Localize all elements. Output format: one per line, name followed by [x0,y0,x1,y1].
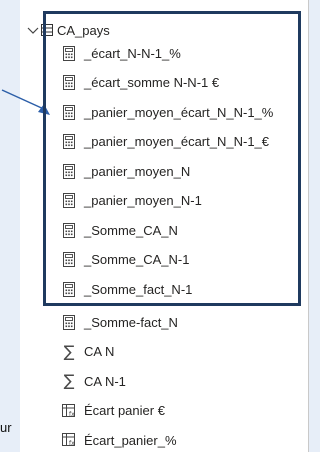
field-label: CA N-1 [84,373,126,389]
field-item[interactable]: fx Écart_panier_% [62,429,177,451]
svg-text:fx: fx [69,411,75,418]
calculated-column-icon: fx [62,403,76,419]
field-label: _Somme_CA_N-1 [84,252,190,267]
annotation-arrow [1,89,50,115]
page-background [0,0,20,452]
calculator-icon [62,281,76,297]
calculator-icon [62,222,76,238]
field-item[interactable]: _Somme_CA_N [62,219,178,241]
table-name: CA_pays [57,22,110,38]
field-item[interactable]: _panier_moyen_N [62,160,190,182]
field-item[interactable]: _écart_somme N-N-1 € [62,72,219,94]
calculator-icon [62,45,76,61]
field-label: _Somme_fact_N-1 [84,281,193,297]
field-label: _panier_moyen_écart_N_N-1_% [84,104,274,120]
field-item[interactable]: _Somme-fact_N [62,311,178,333]
field-label: _panier_moyen_N [84,163,191,179]
field-label: CA N [84,344,115,359]
field-label: _Somme-fact_N [84,314,178,330]
field-label: _écart_somme N-N-1 € [84,75,220,90]
calculator-icon [62,193,76,209]
svg-text:fx: fx [69,440,75,447]
calculator-icon [62,163,76,179]
calculator-icon [62,314,76,330]
sigma-icon: ∑ [63,341,75,361]
field-label: _panier_moyen_écart_N_N-1_€ [84,134,270,149]
field-label: _écart_N-N-1_% [84,45,181,61]
bottom-text-fragment: ur [0,420,12,435]
field-item[interactable]: _écart_N-N-1_% [62,42,181,64]
field-item[interactable]: _Somme_fact_N-1 [62,278,192,300]
chevron-down-icon[interactable] [27,24,39,36]
table-icon [41,24,53,36]
calculated-column-icon: fx [62,432,76,448]
table-node[interactable]: CA_pays [27,20,110,40]
calculator-icon [62,252,76,268]
field-item[interactable]: _panier_moyen_écart_N_N-1_€ [62,131,269,153]
calculator-icon [62,75,76,91]
field-label: Écart panier € [84,403,165,418]
field-label: _panier_moyen_N-1 [84,193,202,208]
sigma-icon: ∑ [63,371,75,390]
field-label: Écart_panier_% [84,432,177,448]
field-item[interactable]: _panier_moyen_N-1 [62,190,202,212]
field-item[interactable]: ∑ CA N [62,341,115,363]
field-item[interactable]: ∑ CA N-1 [62,370,126,392]
field-label: _Somme_CA_N [84,222,178,238]
field-item[interactable]: _Somme_CA_N-1 [62,249,190,271]
field-item[interactable]: fx Écart panier € [62,400,165,422]
calculator-icon [62,134,76,150]
field-item[interactable]: _panier_moyen_écart_N_N-1_% [62,101,273,123]
calculator-icon [62,104,76,120]
